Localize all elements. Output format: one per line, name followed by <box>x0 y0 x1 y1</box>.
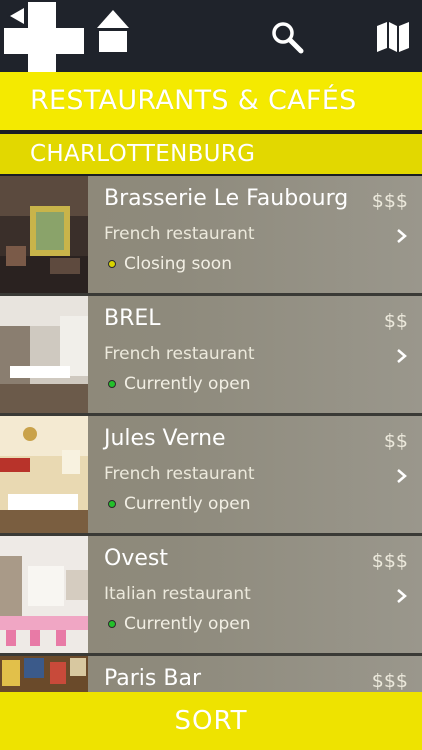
home-icon[interactable] <box>97 10 129 52</box>
price-level: $$$ <box>371 190 408 212</box>
restaurant-name: Jules Verne <box>104 426 226 451</box>
restaurant-photo <box>0 416 88 533</box>
chevron-right-icon <box>397 349 407 363</box>
restaurant-row[interactable]: Ovest $$$ Italian restaurant Currently o… <box>0 536 422 653</box>
restaurant-row[interactable]: Paris Bar $$$ <box>0 656 422 692</box>
restaurant-name: BREL <box>104 306 161 331</box>
back-icon[interactable] <box>4 2 30 30</box>
price-level: $$ <box>383 310 408 332</box>
status-text: Currently open <box>124 614 251 634</box>
restaurant-name: Paris Bar <box>104 666 201 691</box>
cuisine-type: French restaurant <box>104 224 255 244</box>
restaurant-name: Ovest <box>104 546 168 571</box>
price-level: $$ <box>383 430 408 452</box>
status-dot-icon <box>108 260 116 268</box>
cuisine-type: French restaurant <box>104 464 255 484</box>
restaurant-photo <box>0 536 88 653</box>
map-icon[interactable] <box>376 22 410 52</box>
restaurant-photo <box>0 176 88 293</box>
district-header: CHARLOTTENBURG <box>0 134 422 174</box>
chevron-right-icon <box>397 589 407 603</box>
chevron-right-icon <box>397 469 407 483</box>
chevron-right-icon <box>397 229 407 243</box>
restaurant-list[interactable]: Brasserie Le Faubourg $$$ French restaur… <box>0 176 422 692</box>
price-level: $$$ <box>371 670 408 692</box>
status-text: Closing soon <box>124 254 232 274</box>
status-dot-icon <box>108 380 116 388</box>
price-level: $$$ <box>371 550 408 572</box>
opening-status: Closing soon <box>104 254 232 274</box>
restaurant-photo <box>0 656 88 692</box>
opening-status: Currently open <box>104 614 250 634</box>
restaurant-row[interactable]: Jules Verne $$ French restaurant Current… <box>0 416 422 533</box>
restaurant-row[interactable]: Brasserie Le Faubourg $$$ French restaur… <box>0 176 422 293</box>
restaurant-name: Brasserie Le Faubourg <box>104 186 349 211</box>
restaurant-photo <box>0 296 88 413</box>
cuisine-type: Italian restaurant <box>104 584 251 604</box>
cuisine-type: French restaurant <box>104 344 255 364</box>
status-dot-icon <box>108 500 116 508</box>
restaurant-row[interactable]: BREL $$ French restaurant Currently open <box>0 296 422 413</box>
status-text: Currently open <box>124 374 251 394</box>
section-title: RESTAURANTS & CAFÉS <box>0 72 422 130</box>
sort-button[interactable]: SORT <box>0 692 422 750</box>
status-text: Currently open <box>124 494 251 514</box>
status-dot-icon <box>108 620 116 628</box>
opening-status: Currently open <box>104 494 250 514</box>
opening-status: Currently open <box>104 374 250 394</box>
search-icon[interactable] <box>270 20 304 54</box>
top-navigation-bar <box>0 0 422 80</box>
